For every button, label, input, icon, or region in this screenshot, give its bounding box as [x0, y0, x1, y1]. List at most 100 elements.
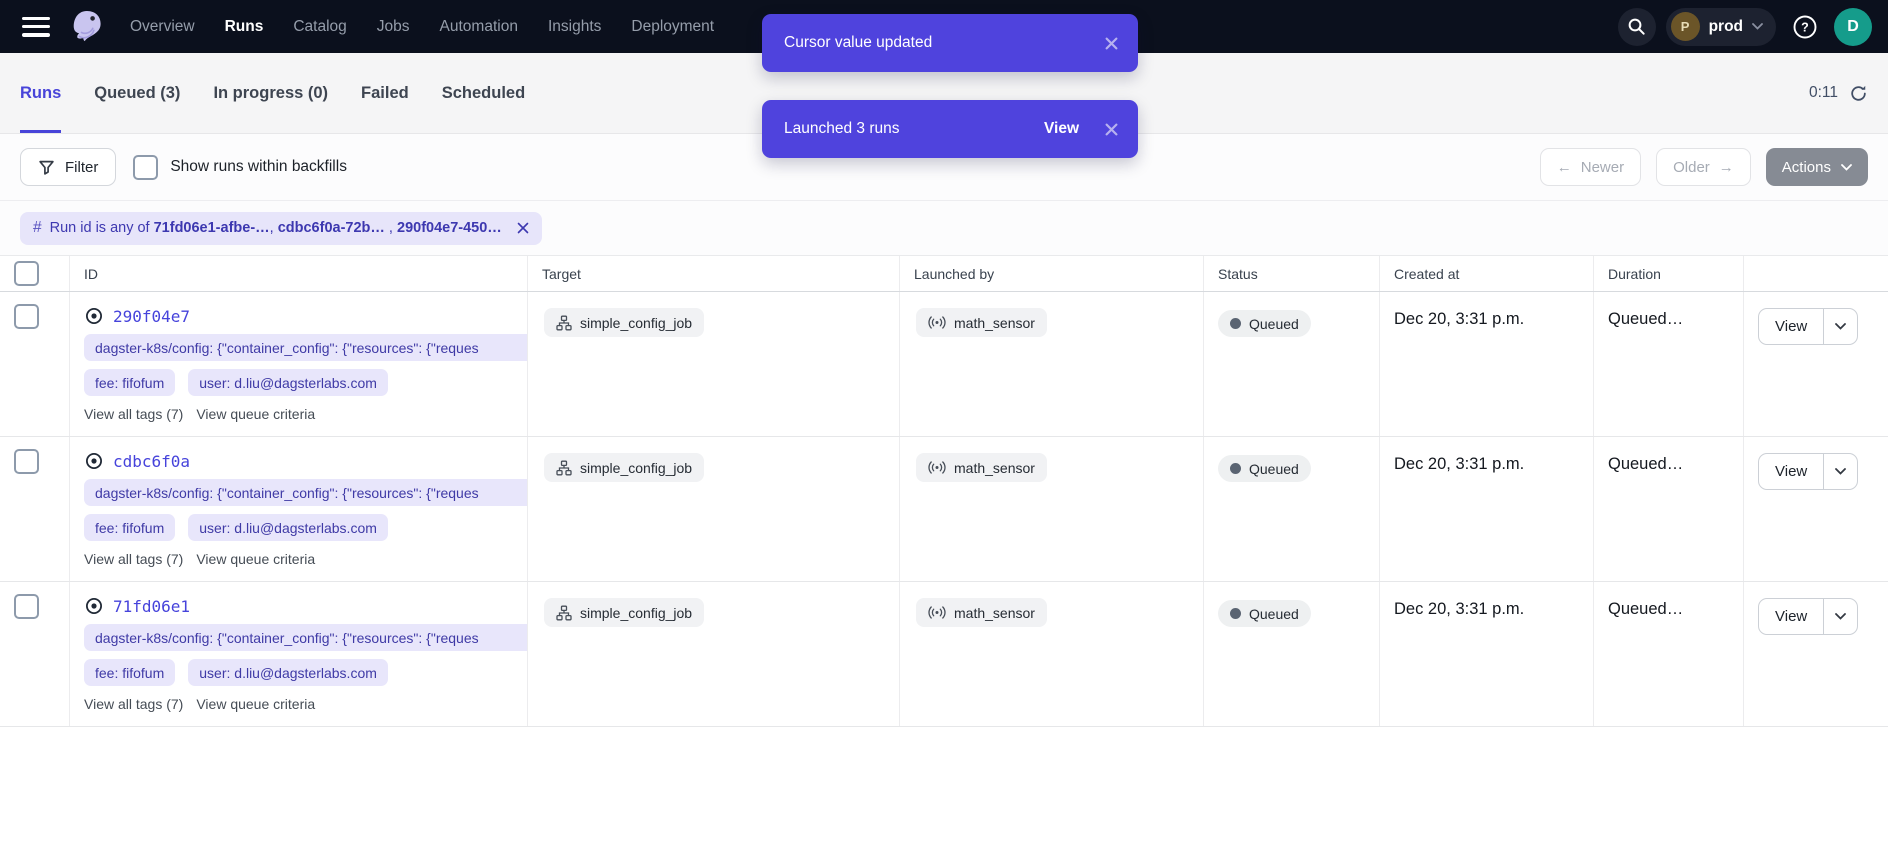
status-dot-icon	[1230, 463, 1241, 474]
nav-right-cluster: P prod ? D	[1618, 8, 1872, 46]
tag-user[interactable]: user: d.liu@dagsterlabs.com	[188, 659, 388, 686]
close-icon[interactable]	[1105, 37, 1118, 50]
row-checkbox[interactable]	[14, 449, 39, 474]
help-icon: ?	[1792, 14, 1818, 40]
backfills-label[interactable]: Show runs within backfills	[170, 158, 347, 176]
backfills-toggle: Show runs within backfills	[133, 155, 347, 180]
run-id-link[interactable]: 71fd06e1	[113, 597, 190, 616]
nav-item-overview[interactable]: Overview	[130, 18, 195, 36]
remove-filter-icon[interactable]	[517, 222, 529, 234]
view-button[interactable]: View	[1759, 454, 1824, 489]
tag-dagster-k8s-config[interactable]: dagster-k8s/config: {"container_config":…	[84, 479, 527, 506]
view-button[interactable]: View	[1759, 599, 1824, 634]
tab-in-progress[interactable]: In progress (0)	[213, 53, 328, 133]
chevron-down-icon	[1841, 164, 1852, 171]
tab-scheduled[interactable]: Scheduled	[442, 53, 525, 133]
tag-user[interactable]: user: d.liu@dagsterlabs.com	[188, 369, 388, 396]
view-all-tags-link[interactable]: View all tags (7)	[84, 551, 183, 567]
newer-button[interactable]: ← Newer	[1540, 148, 1641, 186]
col-header-actions	[1744, 256, 1888, 291]
dagster-logo-icon[interactable]	[66, 6, 108, 48]
filter-tag-text: Run id is any of 71fd06e1-afbe-…, cdbc6f…	[50, 220, 502, 236]
deployment-switcher[interactable]: P prod	[1666, 8, 1776, 46]
view-split-button: View	[1758, 598, 1858, 635]
view-all-tags-link[interactable]: View all tags (7)	[84, 406, 183, 422]
tag-fee[interactable]: fee: fifofum	[84, 514, 175, 541]
dagster-runs-page: Overview Runs Catalog Jobs Automation In…	[0, 0, 1888, 852]
nav-item-catalog[interactable]: Catalog	[293, 18, 346, 36]
hamburger-menu-icon[interactable]	[22, 17, 50, 37]
deployment-name: prod	[1709, 18, 1743, 36]
nav-item-insights[interactable]: Insights	[548, 18, 601, 36]
run-id-filter-tag: # Run id is any of 71fd06e1-afbe-…, cdbc…	[20, 212, 542, 245]
launched-by-pill[interactable]: math_sensor	[916, 598, 1047, 627]
tag-fee[interactable]: fee: fifofum	[84, 369, 175, 396]
toast-view-link[interactable]: View	[1044, 120, 1079, 138]
tab-failed[interactable]: Failed	[361, 53, 409, 133]
launched-by-pill[interactable]: math_sensor	[916, 453, 1047, 482]
tag-dagster-k8s-config[interactable]: dagster-k8s/config: {"container_config":…	[84, 624, 527, 651]
toast-message: Cursor value updated	[784, 34, 1105, 52]
chevron-down-icon	[1752, 23, 1763, 30]
tag-user[interactable]: user: d.liu@dagsterlabs.com	[188, 514, 388, 541]
backfills-checkbox[interactable]	[133, 155, 158, 180]
view-queue-criteria-link[interactable]: View queue criteria	[196, 696, 315, 712]
refresh-timer: 0:11	[1809, 53, 1868, 133]
col-header-id: ID	[70, 256, 528, 291]
status-badge: Queued	[1218, 310, 1311, 337]
table-row: cdbc6f0a dagster-k8s/config: {"container…	[0, 437, 1888, 582]
arrow-right-icon: →	[1719, 159, 1734, 176]
nav-item-jobs[interactable]: Jobs	[377, 18, 410, 36]
sensor-icon	[928, 606, 946, 619]
user-avatar[interactable]: D	[1834, 8, 1872, 46]
target-job-pill[interactable]: simple_config_job	[544, 453, 704, 482]
search-button[interactable]	[1618, 8, 1656, 46]
target-job-pill[interactable]: simple_config_job	[544, 308, 704, 337]
job-icon	[556, 460, 572, 476]
toast-cursor-updated: Cursor value updated	[762, 14, 1138, 72]
launched-by-pill[interactable]: math_sensor	[916, 308, 1047, 337]
view-dropdown-toggle[interactable]	[1824, 599, 1857, 634]
job-icon	[556, 605, 572, 621]
duration: Queued…	[1594, 437, 1744, 581]
actions-button[interactable]: Actions	[1766, 148, 1868, 186]
help-button[interactable]: ?	[1786, 8, 1824, 46]
newer-label: Newer	[1581, 159, 1624, 176]
view-split-button: View	[1758, 308, 1858, 345]
nav-item-deployment[interactable]: Deployment	[631, 18, 714, 36]
row-checkbox[interactable]	[14, 594, 39, 619]
filter-button[interactable]: Filter	[20, 148, 116, 186]
close-icon[interactable]	[1105, 123, 1118, 136]
toast-launched-runs: Launched 3 runs View	[762, 100, 1138, 158]
runs-table: ID Target Launched by Status Created at …	[0, 256, 1888, 727]
toast-stack: Cursor value updated Launched 3 runs Vie…	[762, 14, 1138, 158]
view-all-tags-link[interactable]: View all tags (7)	[84, 696, 183, 712]
select-all-checkbox[interactable]	[14, 261, 39, 286]
status-dot-icon	[1230, 608, 1241, 619]
row-checkbox[interactable]	[14, 304, 39, 329]
tab-runs[interactable]: Runs	[20, 53, 61, 133]
view-queue-criteria-link[interactable]: View queue criteria	[196, 406, 315, 422]
actions-label: Actions	[1782, 159, 1831, 176]
tab-queued[interactable]: Queued (3)	[94, 53, 180, 133]
run-target-icon	[84, 596, 104, 616]
older-button[interactable]: Older →	[1656, 148, 1751, 186]
duration: Queued…	[1594, 292, 1744, 436]
nav-item-runs[interactable]: Runs	[225, 18, 264, 36]
run-id-link[interactable]: 290f04e7	[113, 307, 190, 326]
nav-item-automation[interactable]: Automation	[440, 18, 518, 36]
view-button[interactable]: View	[1759, 309, 1824, 344]
view-queue-criteria-link[interactable]: View queue criteria	[196, 551, 315, 567]
run-id-link[interactable]: cdbc6f0a	[113, 452, 190, 471]
target-job-pill[interactable]: simple_config_job	[544, 598, 704, 627]
duration: Queued…	[1594, 582, 1744, 726]
refresh-icon[interactable]	[1849, 84, 1868, 103]
view-dropdown-toggle[interactable]	[1824, 454, 1857, 489]
job-icon	[556, 315, 572, 331]
tag-dagster-k8s-config[interactable]: dagster-k8s/config: {"container_config":…	[84, 334, 527, 361]
tag-fee[interactable]: fee: fifofum	[84, 659, 175, 686]
col-header-launched-by: Launched by	[900, 256, 1204, 291]
nav-links: Overview Runs Catalog Jobs Automation In…	[130, 18, 714, 36]
created-at: Dec 20, 3:31 p.m.	[1380, 437, 1594, 581]
view-dropdown-toggle[interactable]	[1824, 309, 1857, 344]
